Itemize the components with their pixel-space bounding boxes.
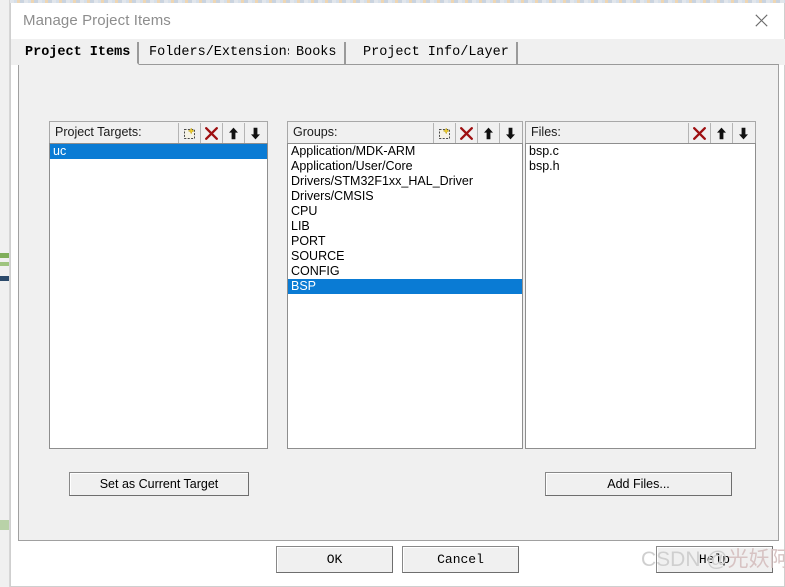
files-header: Files: [525,121,756,144]
targets-move-up-button[interactable] [222,123,243,144]
files-column: Files: bsp.c bsp.h [525,121,756,449]
targets-delete-button[interactable] [200,123,221,144]
files-listbox[interactable]: bsp.c bsp.h [525,143,756,449]
tab-folders-extensions[interactable]: Folders/Extensions [142,42,304,65]
groups-move-up-button[interactable] [477,123,498,144]
list-item[interactable]: SOURCE [288,249,522,264]
cancel-button[interactable]: Cancel [402,546,519,573]
background-marker-4 [0,520,9,530]
list-item[interactable]: Application/User/Core [288,159,522,174]
set-as-current-target-button[interactable]: Set as Current Target [69,472,249,496]
files-move-down-button[interactable] [732,123,753,144]
move-down-icon [503,126,518,141]
new-item-icon [437,126,452,141]
tab-project-items[interactable]: Project Items [18,42,140,65]
groups-new-item-button[interactable] [433,123,454,144]
list-item[interactable]: PORT [288,234,522,249]
background-window-left-strip [0,0,10,587]
list-item[interactable]: Drivers/STM32F1xx_HAL_Driver [288,174,522,189]
groups-listbox[interactable]: Application/MDK-ARM Application/User/Cor… [287,143,523,449]
list-item[interactable]: BSP [288,279,522,294]
list-item[interactable]: Drivers/CMSIS [288,189,522,204]
delete-icon [692,126,707,141]
background-marker-3 [0,276,9,281]
targets-new-item-button[interactable] [178,123,199,144]
add-files-button[interactable]: Add Files... [545,472,732,496]
groups-column: Groups: Application/MDK-ARM Application/… [287,121,523,449]
groups-delete-button[interactable] [455,123,476,144]
targets-move-down-button[interactable] [244,123,265,144]
move-up-icon [226,126,241,141]
tab-books[interactable]: Books [289,42,346,65]
new-item-icon [182,126,197,141]
list-item[interactable]: CPU [288,204,522,219]
project-targets-header: Project Targets: [49,121,268,144]
list-item[interactable]: bsp.h [526,159,755,174]
project-targets-column: Project Targets: uc [49,121,268,449]
move-down-icon [736,126,751,141]
help-button[interactable]: Help [656,546,773,573]
list-item[interactable]: LIB [288,219,522,234]
list-item[interactable]: bsp.c [526,144,755,159]
dialog-titlebar: Manage Project Items [11,3,784,40]
project-items-panel: Project Targets: uc Groups: Application/… [18,64,779,541]
tab-project-info-layer[interactable]: Project Info/Layer [356,42,518,65]
close-icon [754,13,768,27]
manage-project-items-dialog: Manage Project Items Project Items Folde… [10,3,785,587]
files-move-up-button[interactable] [710,123,731,144]
list-item[interactable]: CONFIG [288,264,522,279]
background-marker-1 [0,253,9,258]
move-up-icon [714,126,729,141]
move-down-icon [248,126,263,141]
list-item[interactable]: uc [50,144,267,159]
delete-icon [204,126,219,141]
project-targets-listbox[interactable]: uc [49,143,268,449]
dialog-title: Manage Project Items [23,12,171,29]
files-delete-button[interactable] [688,123,709,144]
groups-label: Groups: [293,125,338,139]
delete-icon [459,126,474,141]
list-item[interactable]: Application/MDK-ARM [288,144,522,159]
files-label: Files: [531,125,561,139]
move-up-icon [481,126,496,141]
close-button[interactable] [738,3,784,37]
tab-strip: Project Items Folders/Extensions Books P… [11,39,785,65]
groups-header: Groups: [287,121,523,144]
ok-button[interactable]: OK [276,546,393,573]
background-marker-2 [0,262,9,266]
groups-move-down-button[interactable] [499,123,520,144]
project-targets-label: Project Targets: [55,125,142,139]
